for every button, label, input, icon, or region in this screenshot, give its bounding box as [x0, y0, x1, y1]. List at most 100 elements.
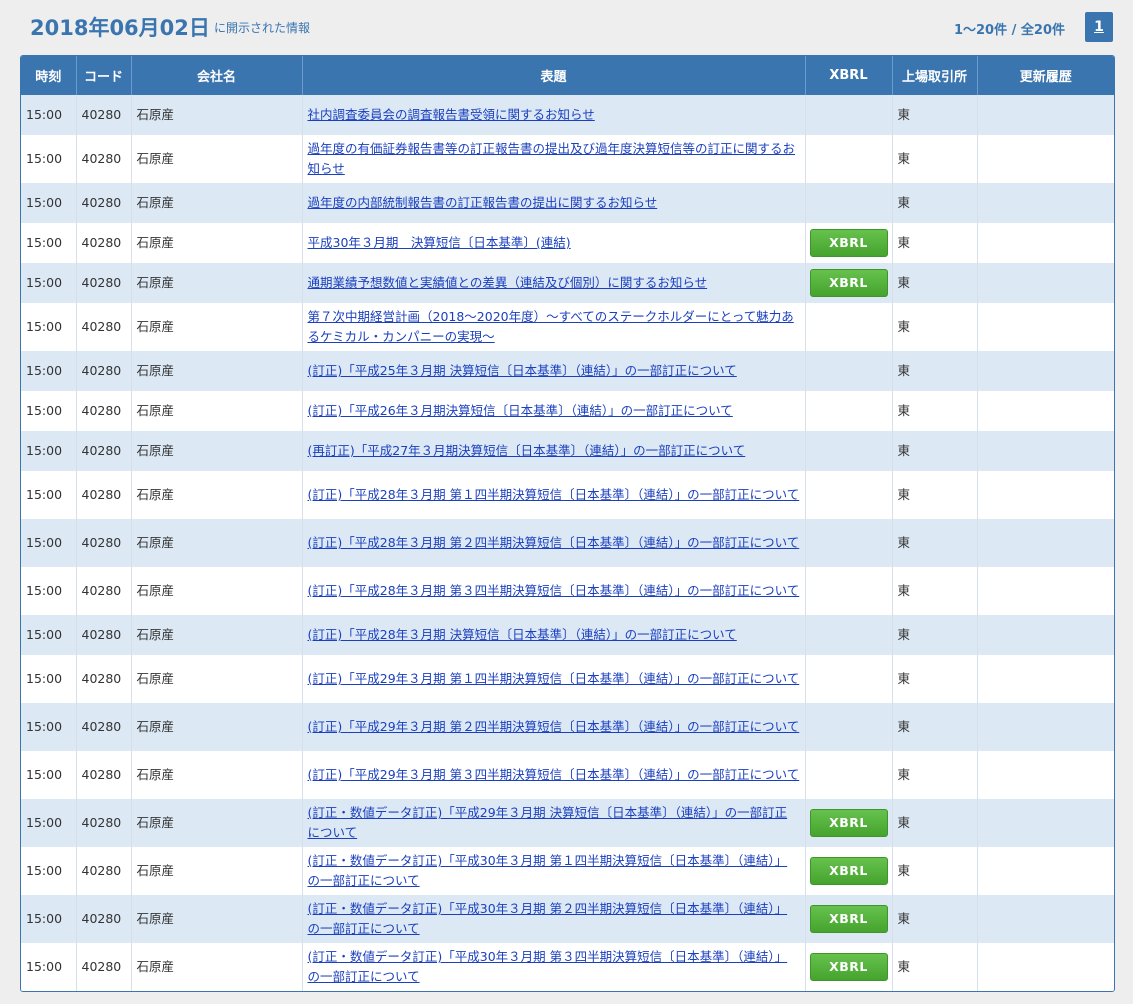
cell-title: 過年度の内部統制報告書の訂正報告書の提出に関するお知らせ	[302, 183, 806, 223]
cell-exchange: 東	[892, 751, 978, 799]
cell-history	[977, 263, 1114, 303]
cell-company: 石原産	[131, 943, 303, 991]
cell-exchange: 東	[892, 183, 978, 223]
cell-time: 15:00	[21, 471, 77, 519]
cell-history	[977, 183, 1114, 223]
cell-exchange: 東	[892, 95, 978, 135]
cell-xbrl	[805, 471, 893, 519]
cell-xbrl	[805, 391, 893, 431]
page-1-button[interactable]: 1	[1085, 12, 1113, 42]
cell-code: 40280	[76, 471, 132, 519]
cell-code: 40280	[76, 303, 132, 351]
xbrl-download-button[interactable]: XBRL	[809, 229, 888, 257]
cell-code: 40280	[76, 351, 132, 391]
cell-company: 石原産	[131, 223, 303, 263]
table-row: 15:00 40280 石原産 (訂正)「平成28年３月期 第１四半期決算短信〔日本基…	[21, 471, 1114, 519]
cell-history	[977, 303, 1114, 351]
cell-history	[977, 703, 1114, 751]
cell-xbrl: XBRL	[805, 847, 893, 895]
disclosure-title-link[interactable]: (訂正)「平成29年３月期 第１四半期決算短信〔日本基準〕（連結）」の一部訂正に…	[308, 671, 800, 686]
cell-title: (再訂正)「平成27年３月期決算短信〔日本基準〕（連結）」の一部訂正について	[302, 431, 806, 471]
cell-xbrl	[805, 567, 893, 615]
cell-time: 15:00	[21, 847, 77, 895]
column-header-history: 更新履歴	[977, 56, 1114, 95]
cell-history	[977, 351, 1114, 391]
table-row: 15:00 40280 石原産 (再訂正)「平成27年３月期決算短信〔日本基準〕（連結…	[21, 431, 1114, 471]
column-header-exchange: 上場取引所	[892, 56, 978, 95]
cell-company: 石原産	[131, 703, 303, 751]
disclosure-title-link[interactable]: (訂正)「平成29年３月期 第３四半期決算短信〔日本基準〕（連結）」の一部訂正に…	[308, 767, 800, 782]
table-row: 15:00 40280 石原産 (訂正・数値データ訂正)「平成29年３月期 決算短信〔…	[21, 799, 1114, 847]
cell-time: 15:00	[21, 799, 77, 847]
cell-title: (訂正・数値データ訂正)「平成30年３月期 第３四半期決算短信〔日本基準〕（連結…	[302, 943, 806, 991]
cell-exchange: 東	[892, 471, 978, 519]
xbrl-download-button[interactable]: XBRL	[809, 905, 888, 933]
cell-time: 15:00	[21, 351, 77, 391]
cell-title: (訂正)「平成28年３月期 決算短信〔日本基準〕（連結）」の一部訂正について	[302, 615, 806, 655]
disclosure-title-link[interactable]: (訂正)「平成28年３月期 第１四半期決算短信〔日本基準〕（連結）」の一部訂正に…	[308, 487, 800, 502]
cell-title: (訂正・数値データ訂正)「平成30年３月期 第１四半期決算短信〔日本基準〕（連結…	[302, 847, 806, 895]
disclosure-title-link[interactable]: 社内調査委員会の調査報告書受領に関するお知らせ	[308, 107, 595, 122]
cell-title: (訂正)「平成29年３月期 第２四半期決算短信〔日本基準〕（連結）」の一部訂正に…	[302, 703, 806, 751]
cell-xbrl	[805, 95, 893, 135]
xbrl-download-button[interactable]: XBRL	[809, 269, 888, 297]
disclosure-title-link[interactable]: 第７次中期経営計画（2018～2020年度）～すべてのステークホルダーにとって魅…	[308, 309, 794, 344]
table-row: 15:00 40280 石原産 (訂正)「平成29年３月期 第２四半期決算短信〔日本基…	[21, 703, 1114, 751]
cell-company: 石原産	[131, 799, 303, 847]
cell-code: 40280	[76, 519, 132, 567]
disclosure-title-link[interactable]: 過年度の内部統制報告書の訂正報告書の提出に関するお知らせ	[308, 195, 658, 210]
disclosure-title-link[interactable]: (訂正)「平成28年３月期 第２四半期決算短信〔日本基準〕（連結）」の一部訂正に…	[308, 535, 800, 550]
cell-time: 15:00	[21, 223, 77, 263]
cell-history	[977, 615, 1114, 655]
disclosure-title-link[interactable]: (訂正)「平成28年３月期 第３四半期決算短信〔日本基準〕（連結）」の一部訂正に…	[308, 583, 800, 598]
cell-company: 石原産	[131, 751, 303, 799]
cell-exchange: 東	[892, 895, 978, 943]
cell-title: (訂正)「平成28年３月期 第１四半期決算短信〔日本基準〕（連結）」の一部訂正に…	[302, 471, 806, 519]
disclosure-title-link[interactable]: (訂正・数値データ訂正)「平成30年３月期 第２四半期決算短信〔日本基準〕（連結…	[308, 901, 788, 936]
cell-history	[977, 943, 1114, 991]
disclosure-title-link[interactable]: (再訂正)「平成27年３月期決算短信〔日本基準〕（連結）」の一部訂正について	[308, 443, 746, 458]
table-body: 15:00 40280 石原産 社内調査委員会の調査報告書受領に関するお知らせ東 15:…	[21, 95, 1114, 991]
disclosure-title-link[interactable]: (訂正・数値データ訂正)「平成30年３月期 第１四半期決算短信〔日本基準〕（連結…	[308, 853, 788, 888]
disclosure-title-link[interactable]: (訂正)「平成29年３月期 第２四半期決算短信〔日本基準〕（連結）」の一部訂正に…	[308, 719, 800, 734]
cell-code: 40280	[76, 223, 132, 263]
cell-history	[977, 471, 1114, 519]
disclosure-title-link[interactable]: 平成30年３月期 決算短信〔日本基準〕(連結)	[308, 235, 571, 250]
cell-title: (訂正)「平成29年３月期 第３四半期決算短信〔日本基準〕（連結）」の一部訂正に…	[302, 751, 806, 799]
cell-history	[977, 391, 1114, 431]
table-header-row: 時刻 コード 会社名 表題 XBRL 上場取引所 更新履歴	[21, 56, 1114, 95]
cell-title: 社内調査委員会の調査報告書受領に関するお知らせ	[302, 95, 806, 135]
disclosure-title-link[interactable]: 過年度の有価証券報告書等の訂正報告書の提出及び過年度決算短信等の訂正に関するお知…	[308, 141, 796, 176]
disclosure-title-link[interactable]: (訂正)「平成28年３月期 決算短信〔日本基準〕（連結）」の一部訂正について	[308, 627, 737, 642]
cell-history	[977, 751, 1114, 799]
cell-exchange: 東	[892, 655, 978, 703]
xbrl-download-button[interactable]: XBRL	[809, 809, 888, 837]
disclosure-title-link[interactable]: (訂正・数値データ訂正)「平成29年３月期 決算短信〔日本基準〕（連結）」の一部…	[308, 805, 788, 840]
cell-time: 15:00	[21, 655, 77, 703]
disclosure-title-link[interactable]: (訂正)「平成25年３月期 決算短信〔日本基準〕（連結）」の一部訂正について	[308, 363, 737, 378]
table-row: 15:00 40280 石原産 (訂正)「平成28年３月期 決算短信〔日本基準〕（連結…	[21, 615, 1114, 655]
cell-code: 40280	[76, 135, 132, 183]
xbrl-download-button[interactable]: XBRL	[809, 953, 888, 981]
cell-xbrl	[805, 703, 893, 751]
cell-history	[977, 655, 1114, 703]
cell-title: (訂正・数値データ訂正)「平成30年３月期 第２四半期決算短信〔日本基準〕（連結…	[302, 895, 806, 943]
cell-xbrl	[805, 303, 893, 351]
disclosure-title-link[interactable]: 通期業績予想数値と実績値との差異（連結及び個別）に関するお知らせ	[308, 275, 708, 290]
cell-code: 40280	[76, 943, 132, 991]
cell-company: 石原産	[131, 263, 303, 303]
disclosure-title-link[interactable]: (訂正)「平成26年３月期決算短信〔日本基準〕（連結）」の一部訂正について	[308, 403, 733, 418]
cell-history	[977, 799, 1114, 847]
disclosure-title-link[interactable]: (訂正・数値データ訂正)「平成30年３月期 第３四半期決算短信〔日本基準〕（連結…	[308, 949, 788, 984]
cell-company: 石原産	[131, 471, 303, 519]
cell-xbrl	[805, 135, 893, 183]
cell-code: 40280	[76, 391, 132, 431]
cell-exchange: 東	[892, 519, 978, 567]
table-row: 15:00 40280 石原産 過年度の内部統制報告書の訂正報告書の提出に関するお知ら…	[21, 183, 1114, 223]
cell-company: 石原産	[131, 567, 303, 615]
cell-time: 15:00	[21, 519, 77, 567]
column-header-time: 時刻	[21, 56, 77, 95]
column-header-xbrl: XBRL	[805, 56, 893, 95]
table-row: 15:00 40280 石原産 (訂正)「平成28年３月期 第３四半期決算短信〔日本基…	[21, 567, 1114, 615]
xbrl-download-button[interactable]: XBRL	[809, 857, 888, 885]
